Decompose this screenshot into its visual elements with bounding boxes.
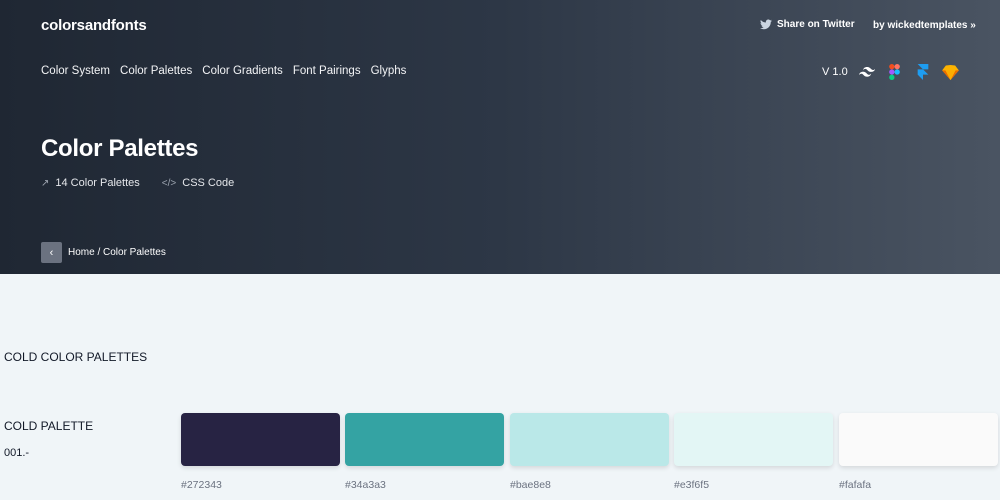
figma-icon[interactable] (886, 63, 904, 81)
swatch-hex-label: #272343 (181, 479, 222, 491)
main-nav: Color System Color Palettes Color Gradie… (41, 65, 406, 77)
share-twitter-label: Share on Twitter (777, 19, 855, 30)
breadcrumb-path[interactable]: Home / Color Palettes (68, 247, 166, 258)
nav-font-pairings[interactable]: Font Pairings (293, 65, 361, 77)
page-title: Color Palettes (41, 135, 199, 162)
palette-swatches: #272343 #34a3a3 #bae8e8 #e3f6f5 #fafafa (181, 413, 1000, 500)
swatch-hex-label: #fafafa (839, 479, 872, 491)
swatch-hex-label: #e3f6f5 (674, 479, 710, 491)
section-title: COLD COLOR PALETTES (4, 350, 148, 364)
twitter-icon (760, 19, 772, 30)
brand-logo[interactable]: colorsandfonts (41, 17, 147, 34)
color-swatch[interactable] (839, 413, 998, 466)
color-swatch[interactable] (345, 413, 504, 466)
nav-glyphs[interactable]: Glyphs (371, 65, 407, 77)
swatch-hex-label: #bae8e8 (510, 479, 551, 491)
palette-title: COLD PALETTE (4, 419, 94, 433)
framer-icon[interactable] (914, 63, 932, 81)
palette-count-label: 14 Color Palettes (55, 177, 140, 189)
swatch-hex-label: #34a3a3 (345, 479, 386, 491)
breadcrumb: ‹ Home / Color Palettes (41, 242, 166, 263)
css-code-label: CSS Code (182, 177, 235, 189)
sketch-icon[interactable] (942, 63, 960, 81)
code-icon: </> (161, 177, 177, 189)
hero-header: colorsandfonts Share on Twitter by wicke… (0, 0, 1000, 274)
hero-meta: ↗ 14 Color Palettes </> CSS Code (41, 177, 234, 189)
nav-color-palettes[interactable]: Color Palettes (120, 65, 192, 77)
back-button[interactable]: ‹ (41, 242, 62, 263)
version-label: V 1.0 (822, 66, 848, 78)
palette-number: 001.- (4, 447, 30, 459)
nav-color-gradients[interactable]: Color Gradients (202, 65, 283, 77)
color-swatch[interactable] (510, 413, 669, 466)
byline-link[interactable]: by wickedtemplates » (873, 20, 976, 31)
chevron-left-icon: ‹ (49, 246, 54, 259)
trend-icon: ↗ (41, 177, 50, 189)
color-swatch[interactable] (674, 413, 833, 466)
palette-count: ↗ 14 Color Palettes (41, 177, 140, 189)
css-code-link[interactable]: </> CSS Code (162, 177, 234, 189)
share-twitter-link[interactable]: Share on Twitter (760, 19, 855, 30)
tool-links: V 1.0 (822, 63, 960, 81)
tailwind-icon[interactable] (858, 63, 876, 81)
nav-color-system[interactable]: Color System (41, 65, 110, 77)
color-swatch[interactable] (181, 413, 340, 466)
